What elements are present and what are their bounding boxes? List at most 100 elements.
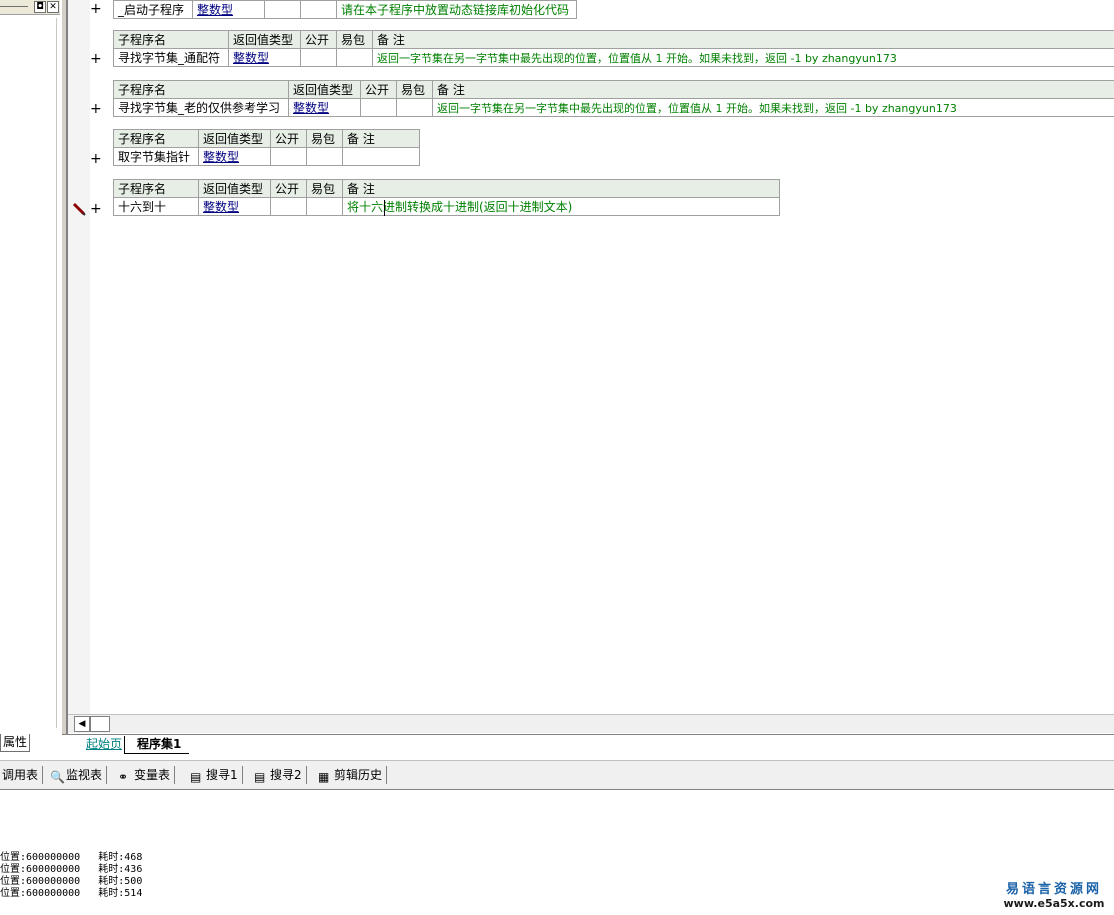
expand-toggle[interactable]: +: [90, 2, 102, 16]
col-easy-header: 易包: [306, 129, 343, 148]
return-type-link[interactable]: 整数型: [233, 51, 269, 65]
toolbar-label: 监视表: [66, 768, 103, 782]
toolbar-label: 变量表: [134, 768, 171, 782]
header-row: 子程序名 返回值类型 公开 易包 备 注: [113, 30, 1114, 49]
properties-tab[interactable]: 属性: [0, 734, 30, 752]
sub-return-type[interactable]: 整数型: [228, 48, 301, 67]
sub-return-type[interactable]: 整数型: [192, 0, 265, 19]
search1-icon: ▤: [190, 770, 202, 784]
scroll-thumb[interactable]: [90, 716, 110, 732]
document-tabs: 起始页 程序集1: [62, 734, 1114, 755]
toolbar-item-variables[interactable]: ⚭ 变量表: [118, 766, 176, 784]
scroll-left-arrow-icon[interactable]: ◀: [74, 716, 90, 732]
variables-icon: ⚭: [118, 770, 129, 784]
sub-public[interactable]: [300, 48, 337, 67]
col-easy-header: 易包: [306, 179, 343, 198]
toolbar-item-watch[interactable]: 🔍监视表: [50, 766, 108, 784]
subroutine-row[interactable]: 寻找字节集_通配符 整数型 返回一字节集在另一字节集中最先出现的位置，位置值从 …: [113, 48, 1114, 67]
col-public-header: 公开: [270, 179, 307, 198]
toolbar-label: 剪辑历史: [334, 768, 383, 782]
edit-marker-icon: [72, 202, 86, 216]
sub-easy[interactable]: [300, 0, 337, 19]
col-public-header: 公开: [360, 80, 397, 99]
editor-gutter: [68, 0, 90, 714]
sub-return-type[interactable]: 整数型: [198, 147, 271, 166]
expand-toggle[interactable]: +: [90, 202, 102, 216]
return-type-link[interactable]: 整数型: [197, 3, 233, 17]
return-type-link[interactable]: 整数型: [293, 101, 329, 115]
tab-start-page[interactable]: 起始页: [74, 736, 130, 753]
expand-toggle[interactable]: +: [90, 152, 102, 166]
toolbar-item-call-table[interactable]: 调用表: [2, 766, 44, 784]
expand-toggle[interactable]: +: [90, 102, 102, 116]
col-name-header: 子程序名: [113, 30, 229, 49]
col-type-header: 返回值类型: [228, 30, 301, 49]
search2-icon: ▤: [254, 770, 266, 784]
subroutine-table: 子程序名 返回值类型 公开 易包 备 注 取字节集指针 整数型: [113, 129, 420, 166]
col-public-header: 公开: [300, 30, 337, 49]
sub-name[interactable]: 十六到十: [113, 197, 199, 216]
sub-easy[interactable]: [396, 98, 433, 117]
sub-name[interactable]: 寻找字节集_通配符: [113, 48, 229, 67]
bottom-toolbar: 调用表 🔍监视表 ⚭ 变量表 ▤ 搜寻1 ▤ 搜寻2 ▦ 剪辑历史: [0, 760, 1114, 791]
close-panel-button[interactable]: ✕: [47, 1, 59, 13]
output-panel[interactable]: 位置:600000000 耗时:468 位置:600000000 耗时:436 …: [0, 790, 1114, 915]
col-note-header: 备 注: [342, 179, 780, 198]
sub-public[interactable]: [360, 98, 397, 117]
sub-return-type[interactable]: 整数型: [288, 98, 361, 117]
sub-return-type[interactable]: 整数型: [198, 197, 271, 216]
toolbar-item-search1[interactable]: ▤ 搜寻1: [190, 766, 243, 784]
subroutine-table: 子程序名 返回值类型 公开 易包 备 注 寻找字节集_老的仅供参考学习 整数型 …: [113, 80, 1114, 117]
return-type-link[interactable]: 整数型: [203, 200, 239, 214]
watermark-url: www.e5a5x.com: [1003, 897, 1105, 910]
output-line: 位置:600000000 耗时:500: [0, 876, 143, 887]
return-type-link[interactable]: 整数型: [203, 150, 239, 164]
col-type-header: 返回值类型: [198, 179, 271, 198]
expand-toggle[interactable]: +: [90, 52, 102, 66]
subroutine-table: 子程序名 返回值类型 公开 易包 备 注 寻找字节集_通配符 整数型 返回一字节…: [113, 30, 1114, 67]
toolbar-item-clip-history[interactable]: ▦ 剪辑历史: [318, 766, 388, 784]
horizontal-scrollbar[interactable]: ◀: [68, 714, 1114, 733]
sub-name[interactable]: _启动子程序: [113, 0, 193, 19]
col-easy-header: 易包: [396, 80, 433, 99]
subroutine-row[interactable]: _启动子程序 整数型 请在本子程序中放置动态链接库初始化代码: [113, 0, 577, 19]
toolbar-label: 调用表: [2, 768, 39, 782]
left-panel-titlebar: ◘ ✕: [0, 0, 60, 15]
col-note-header: 备 注: [432, 80, 1114, 99]
sub-note[interactable]: 返回一字节集在另一字节集中最先出现的位置，位置值从 1 开始。如果未找到，返回 …: [432, 98, 1114, 117]
col-note-header: 备 注: [372, 30, 1114, 49]
left-panel: ◘ ✕: [0, 0, 63, 735]
col-note-header: 备 注: [342, 129, 420, 148]
subroutine-row[interactable]: 寻找字节集_老的仅供参考学习 整数型 返回一字节集在另一字节集中最先出现的位置，…: [113, 98, 1114, 117]
col-type-header: 返回值类型: [198, 129, 271, 148]
sub-name[interactable]: 寻找字节集_老的仅供参考学习: [113, 98, 289, 117]
sub-public[interactable]: [270, 147, 307, 166]
col-name-header: 子程序名: [113, 80, 289, 99]
magnifier-icon: 🔍: [50, 770, 65, 784]
tab-program-set[interactable]: 程序集1: [124, 736, 190, 754]
subroutine-table: _启动子程序 整数型 请在本子程序中放置动态链接库初始化代码: [113, 0, 577, 19]
clipboard-icon: ▦: [318, 770, 330, 784]
toolbar-label: 搜寻1: [206, 768, 238, 782]
sub-public[interactable]: [270, 197, 307, 216]
sub-easy[interactable]: [306, 197, 343, 216]
sub-note[interactable]: 请在本子程序中放置动态链接库初始化代码: [336, 0, 577, 19]
output-line: 位置:600000000 耗时:436: [0, 864, 143, 875]
sub-name[interactable]: 取字节集指针: [113, 147, 199, 166]
subroutine-row[interactable]: 十六到十 整数型 将十六进制转换成十进制(返回十进制文本): [113, 197, 780, 216]
sub-note[interactable]: 将十六进制转换成十进制(返回十进制文本): [342, 197, 780, 216]
sub-public[interactable]: [264, 0, 301, 19]
sub-easy[interactable]: [306, 147, 343, 166]
subroutine-table: 子程序名 返回值类型 公开 易包 备 注 十六到十 整数型 将十六进制转换成十进…: [113, 179, 780, 216]
header-row: 子程序名 返回值类型 公开 易包 备 注: [113, 129, 420, 148]
sub-note[interactable]: 返回一字节集在另一字节集中最先出现的位置，位置值从 1 开始。如果未找到，返回 …: [372, 48, 1114, 67]
titlebar-line: [0, 6, 28, 7]
toolbar-item-search2[interactable]: ▤ 搜寻2: [254, 766, 307, 784]
col-name-header: 子程序名: [113, 179, 199, 198]
col-easy-header: 易包: [336, 30, 373, 49]
header-row: 子程序名 返回值类型 公开 易包 备 注: [113, 179, 780, 198]
sub-note[interactable]: [342, 147, 420, 166]
sub-easy[interactable]: [336, 48, 373, 67]
subroutine-row[interactable]: 取字节集指针 整数型: [113, 147, 420, 166]
pin-button[interactable]: ◘: [34, 1, 46, 13]
